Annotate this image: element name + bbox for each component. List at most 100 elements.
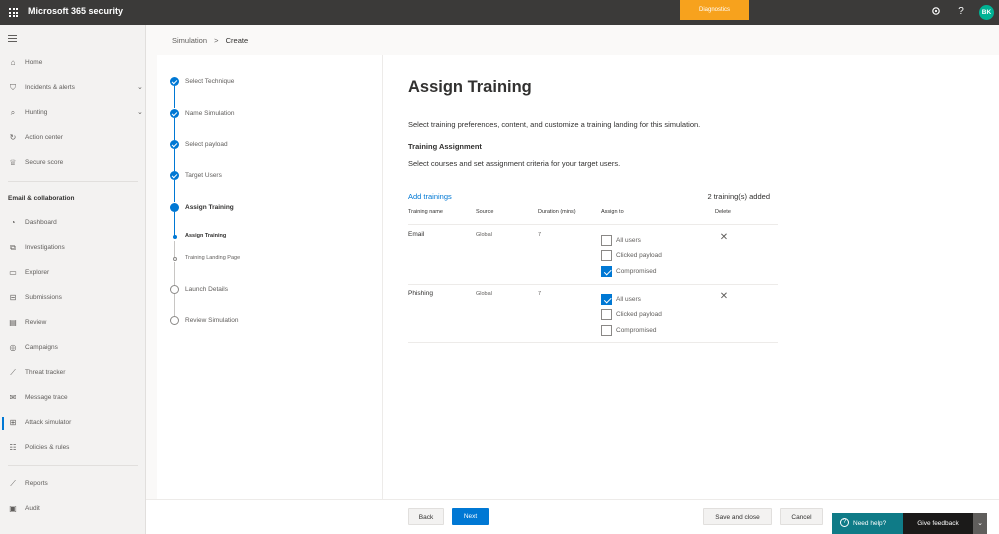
checkbox-label: Compromised (616, 327, 657, 334)
wizard-stepper: Select Technique Name Simulation Select … (157, 55, 383, 499)
step-label: Assign Training (185, 204, 234, 211)
action-center-icon: ↻ (9, 133, 17, 142)
submissions-icon: ⊟ (9, 293, 17, 302)
hamburger-menu-icon[interactable] (8, 35, 17, 44)
current-step-icon (170, 203, 179, 212)
checkbox-label: All users (616, 237, 641, 244)
nav-item-label: Reports (25, 480, 48, 487)
wizard-card: Select Technique Name Simulation Select … (157, 55, 999, 499)
column-header-source[interactable]: Source (476, 209, 493, 215)
main-content: Assign Training Select training preferen… (408, 55, 999, 499)
close-icon[interactable]: ✕ (719, 292, 729, 302)
nav-item-dashboard[interactable]: ◔ Dashboard (0, 215, 146, 233)
investigations-icon: ⧉ (10, 243, 16, 252)
nav-item-campaigns[interactable]: ◎ Campaigns (0, 340, 146, 358)
nav-item-secure-score[interactable]: ♕ Secure score (0, 155, 146, 173)
chevron-down-icon[interactable]: ⌄ (973, 513, 987, 534)
give-feedback-button[interactable]: Give feedback (903, 513, 973, 534)
nav-item-threat-tracker[interactable]: ⟋ Threat tracker (0, 365, 146, 383)
pending-step-icon (170, 285, 179, 294)
nav-item-reports[interactable]: ⟋ Reports (0, 476, 146, 494)
breadcrumb-separator: > (214, 36, 219, 45)
nav-item-label: Action center (25, 134, 63, 141)
breadcrumb-simulation[interactable]: Simulation (172, 36, 207, 45)
add-trainings-link[interactable]: Add trainings (408, 192, 452, 201)
audit-icon: ▣ (9, 504, 17, 513)
breadcrumb-current: Create (225, 36, 249, 45)
nav-item-policies-rules[interactable]: ☷ Policies & rules (0, 440, 146, 458)
checkbox-all-users[interactable] (601, 235, 612, 246)
nav-item-label: Secure score (25, 159, 64, 166)
policies-icon: ☷ (9, 443, 17, 452)
checkbox-clicked-payload[interactable] (601, 309, 612, 320)
checkbox-label: Clicked payload (616, 311, 662, 318)
nav-item-label: Home (25, 59, 43, 66)
app-launcher-icon[interactable] (9, 8, 18, 17)
training-duration: 7 (538, 291, 542, 297)
current-substep-icon (172, 234, 177, 239)
step-label: Select payload (185, 141, 228, 148)
gear-icon[interactable] (930, 6, 942, 18)
nav-item-incidents-alerts[interactable]: ⛉ Incidents & alerts ⌄ (0, 80, 146, 98)
step-connector (174, 180, 175, 202)
nav-item-action-center[interactable]: ↻ Action center (0, 130, 146, 148)
checkbox-label: Clicked payload (616, 252, 662, 259)
checkbox-compromised[interactable] (601, 266, 612, 277)
next-button[interactable]: Next (452, 508, 489, 525)
nav-item-explorer[interactable]: ▭ Explorer (0, 265, 146, 283)
column-header-assign-to[interactable]: Assign to (601, 209, 624, 215)
nav-item-hunting[interactable]: ⌕ Hunting ⌄ (0, 105, 146, 123)
nav-item-label: Campaigns (25, 344, 58, 351)
section-description: Select courses and set assignment criter… (408, 159, 621, 168)
step-connector (174, 294, 175, 316)
home-icon: ⌂ (10, 58, 16, 67)
app-title[interactable]: Microsoft 365 security (28, 6, 123, 16)
breadcrumb: Simulation > Create (172, 36, 248, 45)
checkbox-clicked-payload[interactable] (601, 250, 612, 261)
step-connector (174, 262, 175, 285)
nav-item-investigations[interactable]: ⧉ Investigations (0, 240, 146, 258)
back-button[interactable]: Back (408, 508, 444, 525)
question-icon: ? (840, 518, 849, 527)
wizard-footer: Back Next Save and close Cancel ? Need h… (146, 499, 999, 534)
campaigns-icon: ◎ (9, 343, 17, 352)
nav-item-label: Hunting (25, 109, 48, 116)
need-help-button[interactable]: ? Need help? (832, 513, 903, 534)
trainings-count: 2 training(s) added (707, 192, 770, 201)
save-and-close-button[interactable]: Save and close (703, 508, 772, 525)
close-icon[interactable]: ✕ (719, 233, 729, 243)
nav-item-label: Attack simulator (25, 419, 72, 426)
nav-item-label: Investigations (25, 244, 65, 251)
nav-item-review[interactable]: ▤ Review (0, 315, 146, 333)
column-header-duration[interactable]: Duration (mins) (538, 209, 576, 215)
nav-item-audit[interactable]: ▣ Audit (0, 501, 146, 519)
step-connector (174, 212, 175, 236)
training-duration: 7 (538, 232, 542, 238)
page-description: Select training preferences, content, an… (408, 120, 701, 129)
diagnostics-button[interactable]: Diagnostics (680, 0, 749, 20)
column-header-training-name[interactable]: Training name (408, 209, 443, 215)
nav-item-submissions[interactable]: ⊟ Submissions (0, 290, 146, 308)
message-trace-icon: ✉ (9, 393, 17, 402)
nav-item-attack-simulator[interactable]: ⊞ Attack simulator (0, 415, 146, 433)
trophy-icon: ♕ (9, 158, 17, 167)
nav-item-label: Threat tracker (25, 369, 66, 376)
section-title: Training Assignment (408, 142, 482, 151)
nav-item-home[interactable]: ⌂ Home (0, 55, 146, 73)
avatar[interactable]: BK (979, 5, 994, 20)
chevron-down-icon[interactable]: ⌄ (137, 108, 143, 116)
training-source: Global (476, 291, 492, 297)
chevron-down-icon[interactable]: ⌄ (137, 83, 143, 91)
cancel-button[interactable]: Cancel (780, 508, 823, 525)
nav-item-label: Incidents & alerts (25, 84, 75, 91)
checkbox-compromised[interactable] (601, 325, 612, 336)
review-icon: ▤ (9, 318, 17, 327)
step-connector (174, 118, 175, 140)
training-source: Global (476, 232, 492, 238)
step-connector (174, 86, 175, 108)
nav-item-label: Dashboard (25, 219, 57, 226)
hunting-icon: ⌕ (10, 108, 16, 117)
nav-item-message-trace[interactable]: ✉ Message trace (0, 390, 146, 408)
checkbox-all-users[interactable] (601, 294, 612, 305)
help-icon[interactable]: ? (955, 6, 967, 18)
